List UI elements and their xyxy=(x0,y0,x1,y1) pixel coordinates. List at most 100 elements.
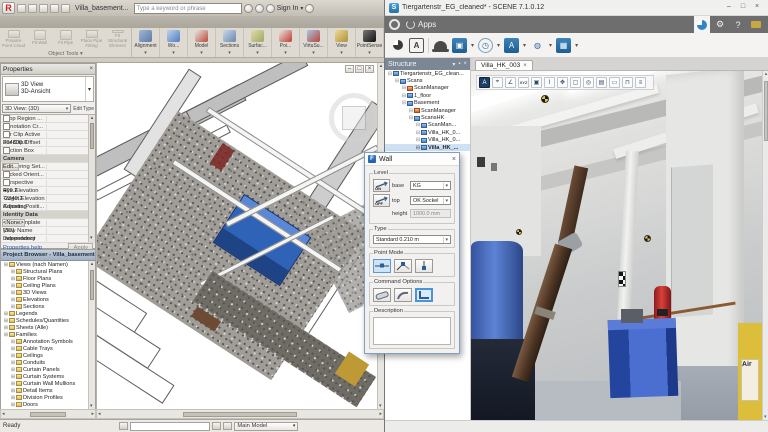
close-icon[interactable]: × xyxy=(89,66,93,72)
feedback-button[interactable] xyxy=(748,16,764,33)
settings-button[interactable]: ⚙ xyxy=(712,16,728,33)
tree-item[interactable]: ⊟ Tiergartenstr_EG_clean... xyxy=(385,70,470,77)
project-browser-header[interactable]: Project Browser - Villa_basement.rvt xyxy=(1,250,95,261)
tree-item[interactable]: ⊞ Conduits xyxy=(1,359,95,366)
sign-in-button[interactable]: Sign In xyxy=(277,5,299,12)
favorites-icon[interactable] xyxy=(266,4,275,13)
redo-icon[interactable] xyxy=(50,4,59,13)
structure-panel-header[interactable]: Structure ▾ ▪ × xyxy=(385,58,470,70)
property-row[interactable]: View Name {3D} xyxy=(1,227,95,235)
compass-icon[interactable]: ◷ xyxy=(478,38,493,53)
point-mode-angle-button[interactable] xyxy=(394,259,412,273)
explore-icon[interactable] xyxy=(390,38,405,53)
tree-item[interactable]: ⊟ Villa_HK_... xyxy=(385,144,470,151)
ribbon-tool[interactable]: Alignment ▾ xyxy=(132,28,160,57)
minimize-icon[interactable]: – xyxy=(722,2,736,13)
screenshot-icon[interactable]: ▣ xyxy=(531,77,542,88)
properties-header[interactable]: Properties × xyxy=(1,64,95,75)
vr-helmet-icon[interactable] xyxy=(433,38,448,53)
tree-item[interactable]: ⊞ Schedules/Quantities xyxy=(1,317,95,324)
revit-3d-view[interactable]: – □ × ▴▾ xyxy=(96,63,384,409)
close-icon[interactable]: × xyxy=(463,61,467,68)
dropdown-icon[interactable]: ▾ xyxy=(471,42,474,49)
chevron-down-icon[interactable]: ▾ xyxy=(85,77,91,101)
tree-item[interactable]: ⊞ Elevations xyxy=(1,296,95,303)
property-row[interactable]: Crop Region ... xyxy=(1,115,95,123)
ribbon-tool[interactable]: Surfac... ▾ xyxy=(244,28,272,57)
measure-icon[interactable]: ∠ xyxy=(505,77,516,88)
wall-type-combo[interactable]: Standard 0.210 m▾ xyxy=(373,235,451,244)
tree-item[interactable]: ⊞ 3D Views xyxy=(1,289,95,296)
tool-dropdown-icon[interactable]: ▾ xyxy=(144,50,147,56)
axes-icon[interactable]: ⌖ xyxy=(492,77,503,88)
property-row[interactable]: Dependency Independent xyxy=(1,235,95,243)
close-tab-icon[interactable]: × xyxy=(523,63,527,69)
description-textarea[interactable] xyxy=(373,317,451,345)
xyz-icon[interactable]: XYZ xyxy=(518,77,529,88)
ribbon-group-label[interactable]: Object Tools ▾ xyxy=(0,51,131,57)
tree-item[interactable]: ⊞ Curtain Wall Mullions xyxy=(1,380,95,387)
close-icon[interactable]: × xyxy=(452,156,456,163)
tree-item[interactable]: ⊞ Families xyxy=(1,331,95,338)
property-row[interactable]: View Template <None> xyxy=(1,219,95,227)
property-row[interactable]: Eye Elevation 469.2 xyxy=(1,187,95,195)
pipe-tool-icon[interactable]: ⊓ xyxy=(622,77,633,88)
tree-item[interactable]: ⊞ Annotation Symbols xyxy=(1,338,95,345)
property-row[interactable]: Locked Orient... xyxy=(1,171,95,179)
ribbon-tool-disabled[interactable]: Fit Wall xyxy=(27,30,52,49)
worksets-combo[interactable] xyxy=(130,422,210,431)
maximize-icon[interactable]: □ xyxy=(736,2,750,13)
help-icon[interactable] xyxy=(305,4,314,13)
tree-item[interactable]: ⊞ Curtain Systems xyxy=(1,373,95,380)
pano-vscrollbar[interactable]: ▴▾ xyxy=(762,71,768,420)
base-on-toggle[interactable]: ON xyxy=(373,179,390,192)
tree-item[interactable]: ⊞ Views (nach Namen) xyxy=(1,261,95,268)
tool-dropdown-icon[interactable]: ▾ xyxy=(368,50,371,56)
tree-item[interactable]: ⊟ Basement xyxy=(385,100,470,107)
sign-in-dropdown-icon[interactable]: ▾ xyxy=(300,5,303,12)
search-icon[interactable] xyxy=(244,4,253,13)
tree-item[interactable]: ⊞ Floor Plans xyxy=(1,275,95,282)
properties-scrollbar[interactable]: ▴▾ xyxy=(88,115,95,242)
ribbon-tool-disabled[interactable]: Place Pipe Fitting xyxy=(79,30,104,49)
command-option-slab-button[interactable] xyxy=(373,288,391,302)
tool-dropdown-icon[interactable]: ▾ xyxy=(312,50,315,56)
viewcube[interactable] xyxy=(329,93,381,145)
save-icon[interactable] xyxy=(28,4,37,13)
ribbon-tool[interactable]: Model ▾ xyxy=(188,28,216,57)
tree-item[interactable]: ⊟ Villa_HK_0... xyxy=(385,137,470,144)
tool-dropdown-icon[interactable]: ▾ xyxy=(172,50,175,56)
plane-icon[interactable]: ▤ xyxy=(596,77,607,88)
tree-item[interactable]: ⊞ Ceilings xyxy=(1,352,95,359)
tree-item[interactable]: ⊞ Detail Items xyxy=(1,387,95,394)
browser-scrollbar[interactable]: ▴▾ xyxy=(88,261,95,409)
property-row[interactable]: Far Clip Active xyxy=(1,131,95,139)
view-mode-button[interactable] xyxy=(694,16,710,33)
scan-view-tab[interactable]: Villa_HK_003 × xyxy=(475,60,533,70)
tree-item[interactable]: ⊞ Sheets (Alle) xyxy=(1,324,95,331)
web-share-icon[interactable]: ◍ xyxy=(530,38,545,53)
property-row[interactable]: Camera Positi... Adjusting xyxy=(1,203,95,211)
tree-item[interactable]: ⊞ Doors xyxy=(1,401,95,408)
open-icon[interactable] xyxy=(17,4,26,13)
search-input[interactable]: Type a keyword or phrase xyxy=(134,3,242,14)
tree-item[interactable]: ⊞ Legends xyxy=(1,310,95,317)
ribbon-tool[interactable]: View ▾ xyxy=(328,28,356,57)
scene-menu-icon[interactable] xyxy=(389,19,400,30)
tool-dropdown-icon[interactable]: ▾ xyxy=(284,50,287,56)
property-row[interactable]: Target Elevation -2349.2 xyxy=(1,195,95,203)
point-mode-line-button[interactable] xyxy=(373,259,391,273)
ribbon-tool-disabled[interactable]: Fit Pipe xyxy=(53,30,78,49)
undo-icon[interactable] xyxy=(39,4,48,13)
browser-hscrollbar[interactable]: ◂▸ xyxy=(0,409,96,419)
tree-item[interactable]: ⊟ ScanMan... xyxy=(385,122,470,129)
polyline-icon[interactable]: ⌇ xyxy=(544,77,555,88)
tree-item[interactable]: ⊞ Sections xyxy=(1,303,95,310)
top-off-toggle[interactable]: OFF xyxy=(373,194,390,207)
annotate-doc-icon[interactable]: A xyxy=(409,38,424,53)
pin-icon[interactable]: ▪ xyxy=(458,61,460,68)
settings-tool-icon[interactable]: ≡ xyxy=(635,77,646,88)
height-input[interactable]: 1000.0 mm xyxy=(410,209,451,218)
property-row[interactable]: Perspective xyxy=(1,179,95,187)
restore-icon[interactable]: □ xyxy=(355,65,364,73)
